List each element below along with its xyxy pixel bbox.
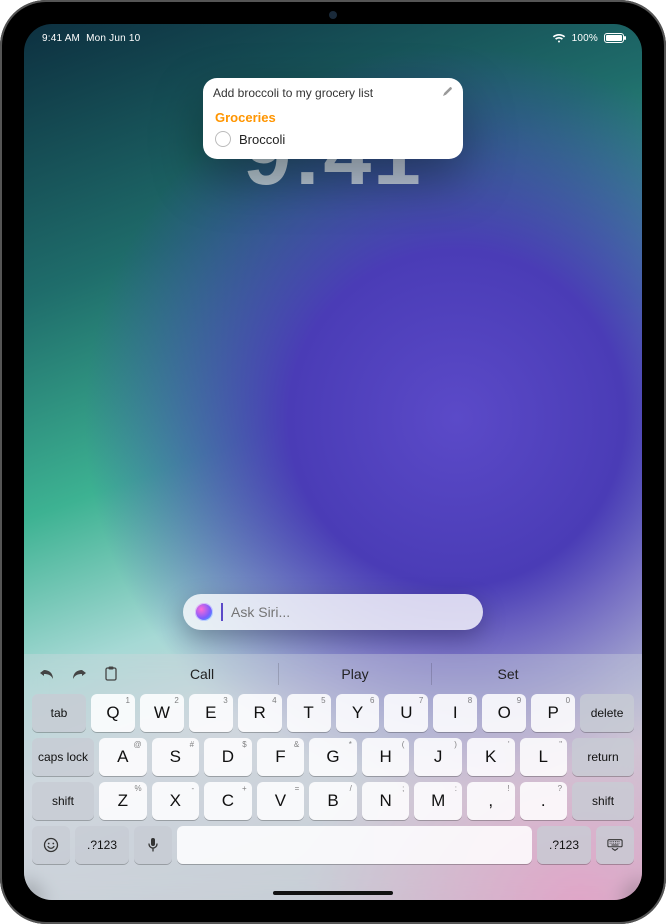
key-d[interactable]: $D [204,738,252,776]
key-v[interactable]: =V [257,782,305,820]
text-caret [221,603,223,621]
status-time: 9:41 AM [42,33,80,44]
key-a[interactable]: @A [99,738,147,776]
dictation-key[interactable] [134,826,172,864]
ipad-device-frame: 9:41 AM Mon Jun 10 100% 9:41 Add broccol… [0,0,666,924]
reminder-item-row[interactable]: Broccoli [215,131,451,147]
key-b[interactable]: /B [309,782,357,820]
reminder-checkbox[interactable] [215,131,231,147]
home-indicator[interactable] [273,891,393,895]
status-left: 9:41 AM Mon Jun 10 [42,33,140,44]
status-right: 100% [552,33,624,44]
numpad-key-right[interactable]: .?123 [537,826,591,864]
status-bar: 9:41 AM Mon Jun 10 100% [24,30,642,46]
siri-result-card[interactable]: Add broccoli to my grocery list Grocerie… [203,78,463,159]
key-g[interactable]: *G [309,738,357,776]
return-key[interactable]: return [572,738,634,776]
key-m[interactable]: :M [414,782,462,820]
keyboard-toolbar: Call Play Set [32,660,634,688]
key-j[interactable]: )J [414,738,462,776]
key-period[interactable]: ?. [520,782,568,820]
key-i[interactable]: 8I [433,694,477,732]
siri-icon [195,603,213,621]
key-k[interactable]: 'K [467,738,515,776]
tab-key[interactable]: tab [32,694,86,732]
key-w[interactable]: 2W [140,694,184,732]
key-p[interactable]: 0P [531,694,575,732]
suggestion-3[interactable]: Set [431,663,584,685]
key-h[interactable]: (H [362,738,410,776]
capslock-key[interactable]: caps lock [32,738,94,776]
key-l[interactable]: "L [520,738,568,776]
battery-percent: 100% [572,33,598,44]
shift-key-left[interactable]: shift [32,782,94,820]
edit-request-icon[interactable] [442,86,453,100]
delete-key[interactable]: delete [580,694,634,732]
undo-icon[interactable] [38,665,56,683]
key-y[interactable]: 6Y [336,694,380,732]
wifi-icon [552,33,566,43]
clipboard-icon[interactable] [102,665,120,683]
key-q[interactable]: 1Q [91,694,135,732]
card-header: Add broccoli to my grocery list [203,78,463,110]
dismiss-keyboard-key[interactable] [596,826,634,864]
key-x[interactable]: -X [152,782,200,820]
redo-icon[interactable] [70,665,88,683]
space-key[interactable] [177,826,532,864]
keyboard-row-1: tab 1Q 2W 3E 4R 5T 6Y 7U 8I 9O 0P delete [32,694,634,732]
shift-key-right[interactable]: shift [572,782,634,820]
keyboard-row-3: shift %Z -X +C =V /B ;N :M !, ?. shift [32,782,634,820]
emoji-key[interactable] [32,826,70,864]
key-t[interactable]: 5T [287,694,331,732]
key-r[interactable]: 4R [238,694,282,732]
reminder-item-label: Broccoli [239,132,285,147]
key-n[interactable]: ;N [362,782,410,820]
siri-input-field[interactable] [231,604,471,620]
key-z[interactable]: %Z [99,782,147,820]
key-u[interactable]: 7U [384,694,428,732]
numpad-key-left[interactable]: .?123 [75,826,129,864]
suggestion-2[interactable]: Play [278,663,431,685]
siri-request-text: Add broccoli to my grocery list [213,86,373,100]
key-o[interactable]: 9O [482,694,526,732]
key-f[interactable]: &F [257,738,305,776]
onscreen-keyboard: Call Play Set tab 1Q 2W 3E 4R 5T 6Y 7U 8… [24,654,642,900]
key-c[interactable]: +C [204,782,252,820]
screen: 9:41 AM Mon Jun 10 100% 9:41 Add broccol… [24,24,642,900]
battery-icon [604,33,624,43]
front-camera [329,11,337,19]
keyboard-row-4: .?123 .?123 [32,826,634,864]
reminders-list-title: Groceries [215,110,451,125]
keyboard-suggestions: Call Play Set [126,663,584,685]
key-comma[interactable]: !, [467,782,515,820]
key-e[interactable]: 3E [189,694,233,732]
card-body: Groceries Broccoli [203,110,463,159]
keyboard-row-2: caps lock @A #S $D &F *G (H )J 'K "L ret… [32,738,634,776]
key-s[interactable]: #S [152,738,200,776]
status-date: Mon Jun 10 [86,33,140,44]
suggestion-1[interactable]: Call [126,663,278,685]
siri-text-input[interactable] [183,594,483,630]
